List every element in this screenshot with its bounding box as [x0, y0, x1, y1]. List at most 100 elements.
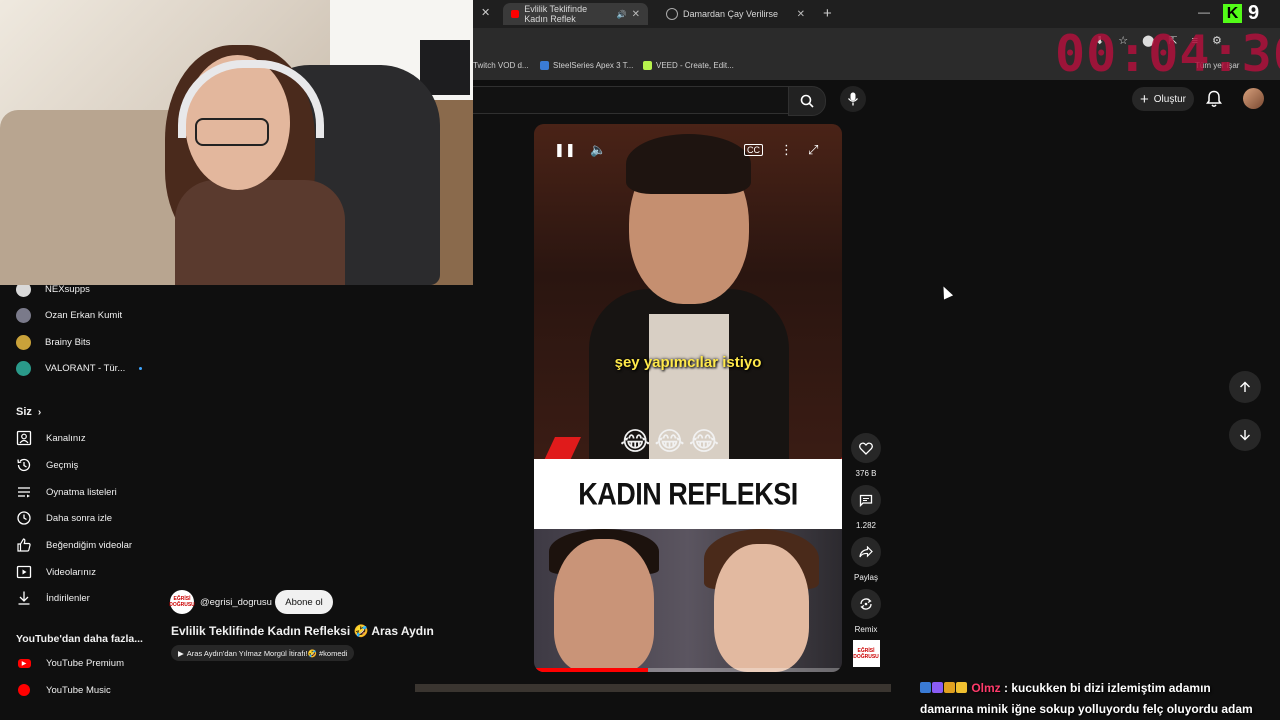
- shorts-video-player[interactable]: şey yapımcılar istiyo KADIN REFLEKSI 😂😂😂…: [534, 124, 842, 672]
- channel-thumbnail[interactable]: EĞRİSİ DOĞRUSU: [852, 640, 880, 667]
- sidebar-item-label: Geçmiş: [46, 459, 79, 471]
- like-count: 376 B: [855, 469, 877, 478]
- thumbs-up-icon: [17, 538, 31, 552]
- like-action[interactable]: 376 B: [851, 433, 881, 478]
- chat-message-line1: : kucukken bi dizi izlemiştim adamın: [1004, 681, 1211, 695]
- prev-tab-close-icon[interactable]: ✕: [481, 6, 490, 19]
- comments-action[interactable]: 1.282: [851, 485, 881, 530]
- sidebar-subscription[interactable]: Brainy Bits: [16, 332, 90, 352]
- like-button[interactable]: [851, 433, 881, 463]
- video-title: Evlilik Teklifinde Kadın Refleksi 🤣 Aras…: [171, 624, 434, 638]
- globe-favicon-icon: [666, 8, 678, 20]
- search-icon: [800, 94, 814, 108]
- previous-short-button[interactable]: [1229, 371, 1261, 403]
- sidebar-item-channel[interactable]: Kanalınız: [16, 428, 86, 448]
- remix-icon: [860, 598, 872, 610]
- video-progress-fill: [534, 668, 648, 672]
- minimize-window-icon[interactable]: —: [1198, 5, 1210, 19]
- chat-badge-icon: [932, 682, 943, 693]
- account-avatar[interactable]: [1243, 88, 1264, 109]
- notifications-bell-icon[interactable]: [1206, 90, 1222, 108]
- chat-message-line2: damarına minik iğne sokup yolluyordu fel…: [920, 702, 1253, 716]
- channel-avatar: [16, 334, 31, 350]
- chat-username: Olmz: [971, 681, 1001, 695]
- plus-icon: +: [1140, 90, 1149, 108]
- bookmark-item[interactable]: SteelSeries Apex 3 T...: [540, 61, 633, 70]
- mouse-cursor-icon: [938, 284, 954, 300]
- channel-logo[interactable]: EĞRİSİ DOĞRUSU: [169, 590, 195, 614]
- next-short-button[interactable]: [1229, 419, 1261, 451]
- sidebar-item-liked-videos[interactable]: Beğendiğim videolar: [16, 535, 132, 555]
- related-video-chip[interactable]: ▶ Aras Aydın'dan Yılmaz Morgül İtirafı!🤣…: [171, 645, 355, 661]
- clock-icon: [17, 511, 31, 525]
- create-label: Oluştur: [1153, 93, 1186, 105]
- video-progress-bar[interactable]: [534, 668, 842, 672]
- photo-man-face: [554, 539, 654, 672]
- tab-title: Evlilik Teklifinde Kadın Reflek: [524, 4, 588, 24]
- channel-thumbnail-action[interactable]: EĞRİSİ DOĞRUSU: [851, 640, 881, 667]
- sidebar-item-your-videos[interactable]: Videolarınız: [16, 562, 96, 582]
- video-subtitle: şey yapımcılar istiyo: [614, 354, 762, 371]
- bookmark-label: SteelSeries Apex 3 T...: [553, 61, 634, 70]
- tab-close-icon[interactable]: ✕: [632, 9, 640, 20]
- sidebar-item-label: Beğendiğim videolar: [46, 539, 133, 551]
- remix-action[interactable]: Remix: [851, 589, 881, 634]
- speaker-icon[interactable]: 🔊: [617, 10, 627, 19]
- sidebar: NEXsupps Ozan Erkan Kumit Brainy Bits VA…: [0, 281, 153, 720]
- webcam-monitor: [420, 40, 470, 95]
- playlist-icon: [18, 487, 30, 498]
- arrow-up-icon: [1240, 381, 1250, 392]
- new-tab-icon[interactable]: +: [823, 5, 832, 22]
- sidebar-item-label: YouTube Premium: [46, 657, 124, 669]
- share-button[interactable]: [851, 537, 881, 567]
- section-title-text: Siz: [16, 406, 32, 418]
- webcam-overlay: [0, 0, 473, 285]
- tab-inactive[interactable]: Damardan Çay Verilirse ✕: [658, 3, 813, 25]
- chevron-right-icon: ›: [37, 406, 42, 418]
- pause-icon[interactable]: ❚❚: [554, 142, 576, 158]
- sidebar-item-label: Videolarınız: [46, 566, 96, 578]
- you-section-title[interactable]: Siz ›: [16, 406, 41, 418]
- bookmark-item[interactable]: Twitch VOD d...: [473, 61, 529, 70]
- history-icon: [17, 458, 31, 472]
- share-action[interactable]: Paylaş: [851, 537, 881, 582]
- bookmark-item[interactable]: VEED - Create, Edit...: [643, 61, 734, 70]
- kick-viewer-count: 9: [1248, 2, 1260, 24]
- voice-search-button[interactable]: [840, 86, 866, 112]
- tab-close-icon[interactable]: ✕: [797, 9, 805, 20]
- search-button[interactable]: [788, 86, 826, 116]
- sidebar-item-label: NEXsupps: [45, 283, 90, 295]
- more-options-icon[interactable]: ⋮: [780, 142, 793, 158]
- sidebar-subscription[interactable]: VALORANT - Tür...: [16, 358, 143, 378]
- sidebar-item-youtube-music[interactable]: YouTube Music: [16, 680, 111, 700]
- tab-active[interactable]: Evlilik Teklifinde Kadın Reflek 🔊 ✕: [503, 3, 648, 25]
- comments-button[interactable]: [851, 485, 881, 515]
- sidebar-item-history[interactable]: Geçmiş: [16, 455, 78, 475]
- channel-handle[interactable]: @egrisi_dogrusu: [200, 597, 272, 608]
- youtube-premium-icon: ▶: [16, 655, 32, 671]
- captions-icon[interactable]: CC: [744, 144, 763, 156]
- webcam-streamer-body: [175, 180, 345, 285]
- arrow-down-icon: [1240, 430, 1250, 441]
- remix-button[interactable]: [851, 589, 881, 619]
- sidebar-item-downloads[interactable]: İndirilenler: [16, 588, 90, 608]
- video-title-banner: KADIN REFLEKSI: [534, 459, 842, 529]
- subscribe-button[interactable]: Abone ol: [275, 590, 333, 614]
- chat-overlay-bar: [415, 684, 891, 692]
- sidebar-item-label: VALORANT - Tür...: [45, 362, 126, 374]
- search-input[interactable]: [473, 86, 789, 114]
- sidebar-item-playlists[interactable]: Oynatma listeleri: [16, 482, 117, 502]
- youtube-music-icon: [16, 682, 32, 698]
- more-from-youtube-title: YouTube'dan daha fazla...: [16, 633, 143, 645]
- photo-woman-face: [714, 544, 809, 672]
- sidebar-item-youtube-premium[interactable]: ▶ YouTube Premium: [16, 653, 124, 673]
- chip-label: Aras Aydın'dan Yılmaz Morgül İtirafı!🤣 #…: [186, 648, 348, 658]
- bookmark-label: VEED - Create, Edit...: [656, 61, 734, 70]
- sidebar-item-label: Daha sonra izle: [46, 512, 113, 524]
- fullscreen-icon[interactable]: ⤢: [808, 142, 818, 158]
- sidebar-item-watch-later[interactable]: Daha sonra izle: [16, 508, 112, 528]
- create-button[interactable]: + Oluştur: [1132, 87, 1194, 111]
- browser-tab-bar: ✕ Evlilik Teklifinde Kadın Reflek 🔊 ✕ Da…: [473, 0, 1280, 28]
- volume-icon[interactable]: 🔈: [590, 142, 606, 158]
- sidebar-subscription[interactable]: Ozan Erkan Kumit: [16, 305, 122, 325]
